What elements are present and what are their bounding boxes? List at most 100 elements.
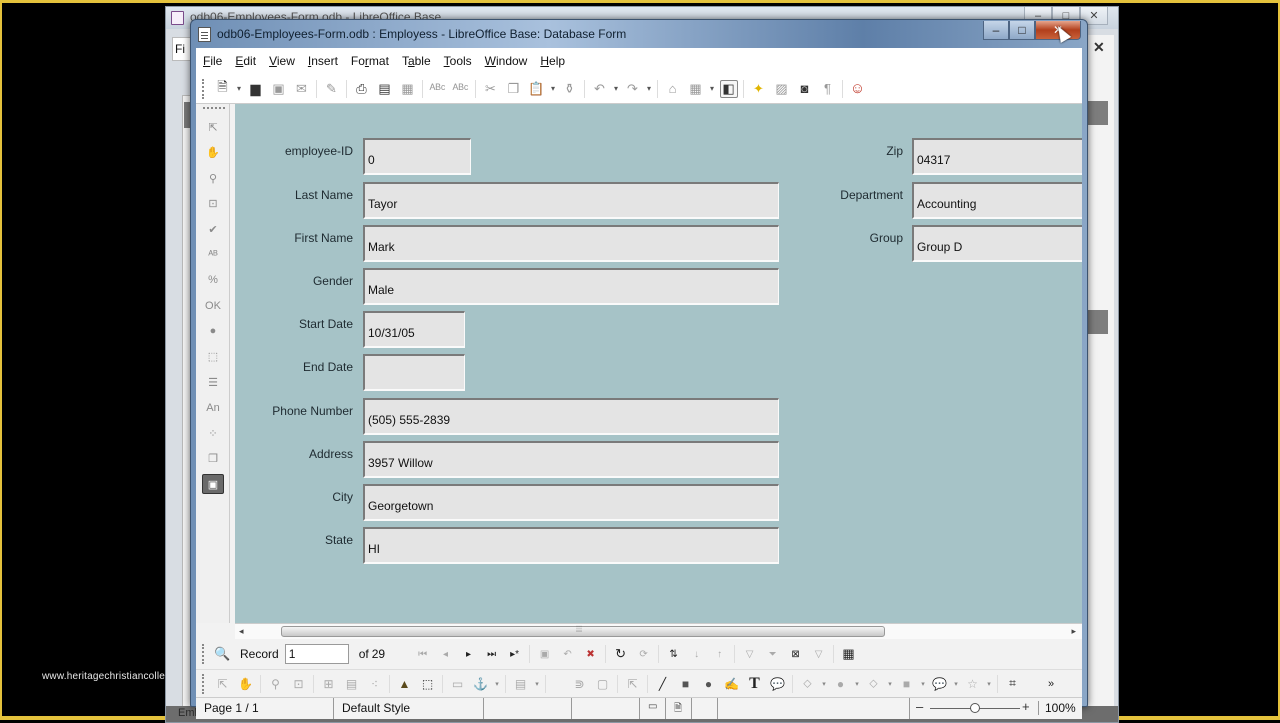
employee-id-field[interactable]: 0 [363, 138, 471, 175]
undo-record-icon[interactable]: ↶ [559, 645, 577, 663]
basic-shapes-dropdown-icon[interactable]: ▾ [820, 675, 828, 693]
hand-icon[interactable]: ✋ [202, 143, 224, 163]
zoom-knob[interactable] [970, 703, 980, 713]
autofilter-icon[interactable]: ▽ [741, 645, 759, 663]
hyperlink-icon[interactable]: ⌂ [664, 80, 682, 98]
refresh-control-icon[interactable]: ⟳ [635, 645, 653, 663]
undo-dropdown-icon[interactable]: ▾ [612, 80, 620, 98]
ellipse-icon[interactable]: ● [700, 675, 718, 693]
form-filter-icon[interactable]: ⊠ [787, 645, 805, 663]
select-icon[interactable]: ⇱ [202, 117, 224, 137]
navigator-icon[interactable]: ✦ [750, 80, 768, 98]
new-document-icon[interactable]: 🗎 [214, 79, 232, 98]
design-mode-icon[interactable]: ◧ [719, 79, 738, 98]
copy-icon[interactable]: ❐ [505, 80, 523, 98]
rectangle-icon[interactable]: ■ [677, 675, 695, 693]
data-sources-icon[interactable]: ◙ [796, 80, 814, 98]
menu-edit[interactable]: Edit [235, 54, 256, 68]
align-dropdown-icon[interactable]: ▾ [533, 675, 541, 693]
save-record-icon[interactable]: ▣ [536, 645, 554, 663]
block-arrows-icon[interactable]: ⬦ [865, 675, 883, 693]
next-record-icon[interactable]: ▸ [460, 645, 478, 663]
horizontal-scrollbar[interactable]: ◂ ⦙⦙⦙ ▸ [235, 623, 1082, 639]
group-field[interactable]: Group D [912, 225, 1082, 262]
form-design-icon[interactable]: ▲ [396, 675, 414, 693]
last-record-icon[interactable]: ⏭ [483, 645, 501, 663]
toolbar-grip[interactable] [202, 78, 205, 99]
gender-field[interactable]: Male [363, 268, 779, 305]
flowchart-icon[interactable]: ■ [898, 675, 916, 693]
menu-tools[interactable]: Tools [444, 54, 472, 68]
apply-filter-icon[interactable]: ⏷ [764, 645, 782, 663]
more-controls-icon[interactable]: ⁖ [366, 675, 384, 693]
print-icon[interactable]: ▤ [376, 80, 394, 98]
end-date-field[interactable] [363, 354, 465, 391]
callout-shapes-dropdown-icon[interactable]: ▾ [952, 675, 960, 693]
data-source-as-table-icon[interactable]: ▦ [840, 645, 858, 663]
first-record-icon[interactable]: ⏮ [414, 645, 432, 663]
scroll-left-icon[interactable]: ◂ [239, 626, 244, 637]
department-field[interactable]: Accounting [912, 182, 1082, 219]
background-scroll-thumb-2[interactable] [1088, 310, 1108, 334]
start-date-field[interactable]: 10/31/05 [363, 311, 465, 348]
menu-format[interactable]: Format [351, 54, 389, 68]
form-navigator-icon[interactable]: ❐ [202, 449, 224, 469]
more-controls-icon[interactable]: ⁘ [202, 423, 224, 443]
clone-formatting-icon[interactable]: ⚱ [561, 80, 579, 98]
callouts-icon[interactable]: 💬 [769, 675, 787, 693]
find-record-icon[interactable]: 🔍 [214, 645, 232, 663]
refresh-icon[interactable]: ↻ [612, 645, 630, 663]
freeform-line-icon[interactable]: ✍ [723, 675, 741, 693]
select-icon[interactable]: ⇱ [214, 675, 232, 693]
maximize-button[interactable]: □ [1009, 21, 1035, 40]
window-titlebar[interactable]: odb06-Employees-Form.odb : Employess - L… [191, 20, 1087, 48]
more-tools-icon[interactable]: » [1042, 675, 1060, 693]
background-panel-close-icon[interactable]: ✕ [1093, 39, 1105, 56]
table-dropdown-icon[interactable]: ▾ [708, 80, 716, 98]
formatting-marks-icon[interactable]: ¶ [819, 80, 837, 98]
insert-table-icon[interactable]: ▦ [687, 80, 705, 98]
zoom-in-icon[interactable]: + [1022, 699, 1030, 714]
table-control-icon[interactable]: ▤ [343, 675, 361, 693]
delete-record-icon[interactable]: ✖ [582, 645, 600, 663]
smiley-icon[interactable]: ☺ [849, 80, 867, 98]
new-dropdown-icon[interactable]: ▾ [235, 80, 243, 98]
form-wizard-icon[interactable]: ⊡ [202, 194, 224, 214]
menu-help[interactable]: Help [540, 54, 565, 68]
spellcheck-icon[interactable]: ᴬᴮᶜ [429, 80, 447, 98]
stars-icon[interactable]: ☆ [964, 675, 982, 693]
activation-order-icon[interactable]: ⬚ [419, 675, 437, 693]
edit-file-icon[interactable]: ✎ [323, 80, 341, 98]
record-number-input[interactable]: 1 [284, 644, 349, 664]
paste-icon[interactable]: 📋 [528, 80, 546, 98]
control-properties-icon[interactable]: ⚲ [267, 675, 285, 693]
sort-ascending-icon[interactable]: ↓ [688, 645, 706, 663]
scroll-right-icon[interactable]: ▸ [1071, 626, 1076, 637]
redo-icon[interactable]: ↷ [624, 80, 642, 98]
wrench-icon[interactable]: ⚲ [202, 168, 224, 188]
menu-view[interactable]: View [269, 54, 295, 68]
design-mode-toggle-icon[interactable]: ▣ [202, 474, 224, 494]
cut-icon[interactable]: ✂ [482, 80, 500, 98]
city-field[interactable]: Georgetown [363, 484, 779, 521]
stars-dropdown-icon[interactable]: ▾ [985, 675, 993, 693]
wrap-icon[interactable]: ⋑ [571, 675, 589, 693]
sort-descending-icon[interactable]: ↑ [711, 645, 729, 663]
flowchart-dropdown-icon[interactable]: ▾ [919, 675, 927, 693]
background-scroll-thumb[interactable] [1088, 101, 1108, 125]
new-record-icon[interactable]: ▸* [506, 645, 524, 663]
points-icon[interactable]: ⌗ [1004, 675, 1022, 693]
toolbar-grip[interactable] [202, 644, 205, 664]
hand-icon[interactable]: ✋ [237, 675, 255, 693]
basic-shapes-icon[interactable]: ⬦ [799, 675, 817, 693]
push-button-icon[interactable]: OK [202, 296, 224, 316]
sort-icon[interactable]: ⇅ [665, 645, 683, 663]
list-box-icon[interactable]: ☰ [202, 372, 224, 392]
paste-dropdown-icon[interactable]: ▾ [549, 80, 557, 98]
status-page-style[interactable]: Default Style [334, 698, 484, 719]
menu-file[interactable]: File [203, 54, 222, 68]
callout-icon[interactable]: ▭ [449, 675, 467, 693]
gallery-icon[interactable]: ▨ [773, 80, 791, 98]
first-name-field[interactable]: Mark [363, 225, 779, 262]
frame-icon[interactable]: ▢ [594, 675, 612, 693]
